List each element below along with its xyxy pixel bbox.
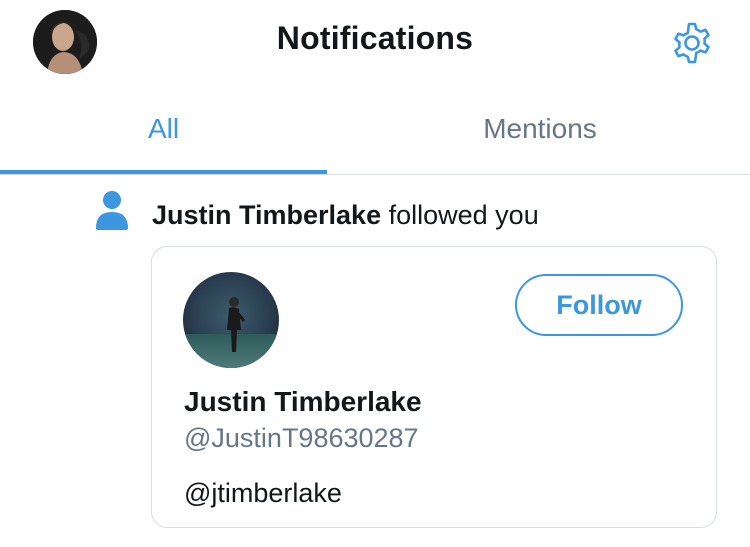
user-avatar-photo [183,272,279,368]
user-card-handle[interactable]: @JustinT98630287 [184,423,419,454]
user-card-bio[interactable]: @jtimberlake [184,478,342,509]
follow-button[interactable]: Follow [515,274,683,336]
notification-text: Justin Timberlake followed you [152,200,539,231]
notification-tabs: All Mentions [0,86,750,175]
active-tab-indicator [0,170,327,174]
app-header: Notifications [0,0,750,86]
notification-item[interactable]: Justin Timberlake followed you [0,190,750,240]
gear-icon[interactable] [669,20,715,66]
notification-action: followed you [388,200,539,230]
tab-all[interactable]: All [0,86,327,172]
user-card[interactable]: Follow Justin Timberlake @JustinT9863028… [151,246,717,528]
tab-mentions[interactable]: Mentions [375,86,705,172]
person-icon [94,190,130,230]
notification-actor[interactable]: Justin Timberlake [152,200,381,230]
user-card-avatar[interactable] [183,272,279,368]
page-title: Notifications [276,20,474,56]
user-card-name[interactable]: Justin Timberlake [184,386,422,418]
